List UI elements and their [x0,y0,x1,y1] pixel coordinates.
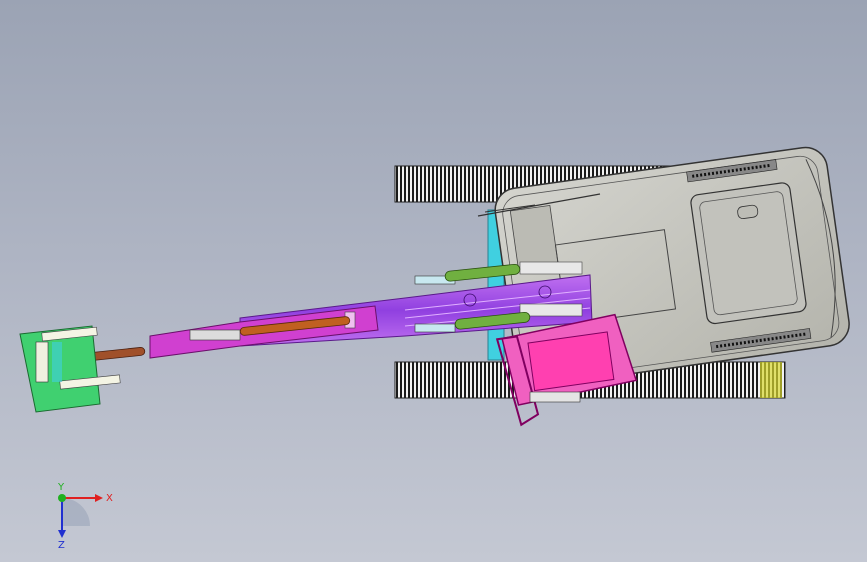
z-axis-label: Z [58,540,65,550]
axis-triad: X Y Z [40,480,120,551]
x-axis-label: X [106,493,113,504]
y-axis-label: Y [57,482,65,493]
cad-viewport[interactable]: X Y Z [0,0,867,562]
excavator-model[interactable] [0,0,867,562]
y-axis-arrow [58,494,66,502]
engine-hatch [690,182,807,325]
bucket [19,325,121,413]
